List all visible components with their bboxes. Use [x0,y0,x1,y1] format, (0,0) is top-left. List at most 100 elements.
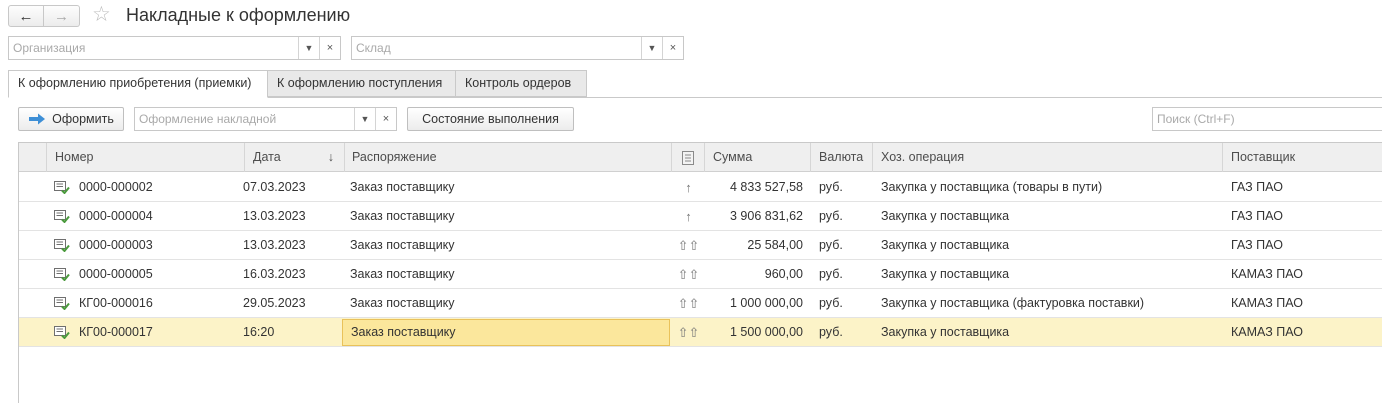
cell-order[interactable]: Заказ поставщику [342,231,670,260]
cell-date[interactable]: 16:20 [235,318,335,347]
table-row[interactable]: 0000-000005 16.03.2023 Заказ поставщику ⇧⇧ 9… [19,260,1382,289]
cell-currency[interactable]: руб. [811,202,873,231]
column-number[interactable]: Номер [47,143,245,172]
cell-sum[interactable]: 3 906 831,62 [705,202,811,231]
table-row[interactable]: КГ00-000016 29.05.2023 Заказ поставщику ⇧⇧ 1… [19,289,1382,318]
cell-operation[interactable]: Закупка у поставщика [873,318,1223,347]
cell-arrow[interactable]: ⇧⇧ [672,260,705,289]
table-row[interactable]: 0000-000003 13.03.2023 Заказ поставщику ⇧⇧ 2… [19,231,1382,260]
dropdown-icon[interactable]: ▼ [641,37,662,59]
cell-supplier[interactable]: КАМАЗ ПАО [1223,318,1382,347]
cell-sum[interactable]: 1 000 000,00 [705,289,811,318]
cell-supplier[interactable]: ГАЗ ПАО [1223,173,1382,202]
clear-icon[interactable]: × [319,37,340,59]
cell-number[interactable]: КГ00-000016 [71,289,245,318]
process-label: Оформить [52,112,114,126]
status-button[interactable]: Состояние выполнения [407,107,574,131]
cell-number[interactable]: 0000-000004 [71,202,245,231]
cell-order[interactable]: Заказ поставщику [342,319,670,346]
cell-arrow[interactable]: ⇧⇧ [672,289,705,318]
cell-sum[interactable]: 25 584,00 [705,231,811,260]
cell-arrow[interactable]: ⇧⇧ [672,318,705,347]
clear-icon[interactable]: × [375,108,396,130]
column-date-label: Дата [253,150,281,164]
document-list-icon [682,150,694,165]
cell-number[interactable]: 0000-000005 [71,260,245,289]
arrow-right-icon: → [54,7,69,25]
cell-operation[interactable]: Закупка у поставщика (фактуровка поставк… [873,289,1223,318]
documents-table: Номер Дата ↓ Распоряжение Сумма Валюта Х… [18,142,1382,403]
cell-order[interactable]: Заказ поставщику [342,260,670,289]
column-operation[interactable]: Хоз. операция [873,143,1223,172]
star-icon[interactable]: ☆ [92,3,111,27]
organization-input[interactable]: Организация [9,37,298,59]
search-field[interactable]: Поиск (Ctrl+F) [1152,107,1382,131]
cell-date[interactable]: 07.03.2023 [235,173,335,202]
processing-field[interactable]: Оформление накладной ▼ × [134,107,397,131]
column-sum[interactable]: Сумма [705,143,811,172]
cell-sum[interactable]: 1 500 000,00 [705,318,811,347]
cell-date[interactable]: 13.03.2023 [235,202,335,231]
cell-operation[interactable]: Закупка у поставщика [873,231,1223,260]
document-posted-icon [54,210,70,223]
cell-operation[interactable]: Закупка у поставщика [873,202,1223,231]
table-row[interactable]: 0000-000002 07.03.2023 Заказ поставщику ↑ 4 … [19,173,1382,202]
cell-number[interactable]: КГ00-000017 [71,318,245,347]
document-posted-icon [54,239,70,252]
tab-order-control[interactable]: Контроль ордеров [455,70,587,97]
cell-operation[interactable]: Закупка у поставщика (товары в пути) [873,173,1223,202]
cell-order[interactable]: Заказ поставщику [342,289,670,318]
cell-arrow[interactable]: ⇧⇧ [672,231,705,260]
cell-number[interactable]: 0000-000002 [71,173,245,202]
cell-arrow[interactable]: ↑ [672,202,705,231]
column-currency[interactable]: Валюта [811,143,873,172]
column-marker [19,143,47,172]
document-posted-icon [54,297,70,310]
cell-date[interactable]: 16.03.2023 [235,260,335,289]
cell-order[interactable]: Заказ поставщику [342,202,670,231]
document-posted-icon [54,326,70,339]
document-posted-icon [54,268,70,281]
cell-currency[interactable]: руб. [811,231,873,260]
cell-currency[interactable]: руб. [811,173,873,202]
tab-acquisition[interactable]: К оформлению приобретения (приемки) [8,70,268,98]
arrow-left-icon: ← [18,7,34,25]
processing-input[interactable]: Оформление накладной [135,108,354,130]
arrow-right-icon [29,113,46,125]
dropdown-icon[interactable]: ▼ [354,108,375,130]
organization-field[interactable]: Организация ▼ × [8,36,341,60]
table-row[interactable]: КГ00-000017 16:20 Заказ поставщику ⇧⇧ 1 500 … [19,318,1382,347]
cell-supplier[interactable]: ГАЗ ПАО [1223,202,1382,231]
cell-supplier[interactable]: КАМАЗ ПАО [1223,260,1382,289]
search-input[interactable]: Поиск (Ctrl+F) [1153,108,1382,130]
cell-date[interactable]: 13.03.2023 [235,231,335,260]
cell-date[interactable]: 29.05.2023 [235,289,335,318]
cell-order[interactable]: Заказ поставщику [342,173,670,202]
cell-arrow[interactable]: ↑ [672,173,705,202]
cell-currency[interactable]: руб. [811,318,873,347]
cell-sum[interactable]: 960,00 [705,260,811,289]
dropdown-icon[interactable]: ▼ [298,37,319,59]
cell-supplier[interactable]: ГАЗ ПАО [1223,231,1382,260]
back-button[interactable]: ← [8,5,44,27]
cell-supplier[interactable]: КАМАЗ ПАО [1223,289,1382,318]
cell-number[interactable]: 0000-000003 [71,231,245,260]
cell-sum[interactable]: 4 833 527,58 [705,173,811,202]
cell-currency[interactable]: руб. [811,260,873,289]
clear-icon[interactable]: × [662,37,683,59]
cell-operation[interactable]: Закупка у поставщика [873,260,1223,289]
table-header: Номер Дата ↓ Распоряжение Сумма Валюта Х… [19,143,1382,172]
sort-down-icon: ↓ [327,150,334,164]
page-title: Накладные к оформлению [126,5,351,25]
column-date[interactable]: Дата ↓ [245,143,345,172]
table-row[interactable]: 0000-000004 13.03.2023 Заказ поставщику ↑ 3 … [19,202,1382,231]
column-order[interactable]: Распоряжение [344,143,672,172]
column-status[interactable] [672,143,705,172]
warehouse-input[interactable]: Склад [352,37,641,59]
cell-currency[interactable]: руб. [811,289,873,318]
process-button[interactable]: Оформить [18,107,124,131]
column-supplier[interactable]: Поставщик [1223,143,1382,172]
tab-receipt[interactable]: К оформлению поступления [267,70,456,97]
warehouse-field[interactable]: Склад ▼ × [351,36,684,60]
forward-button[interactable]: → [44,5,80,27]
